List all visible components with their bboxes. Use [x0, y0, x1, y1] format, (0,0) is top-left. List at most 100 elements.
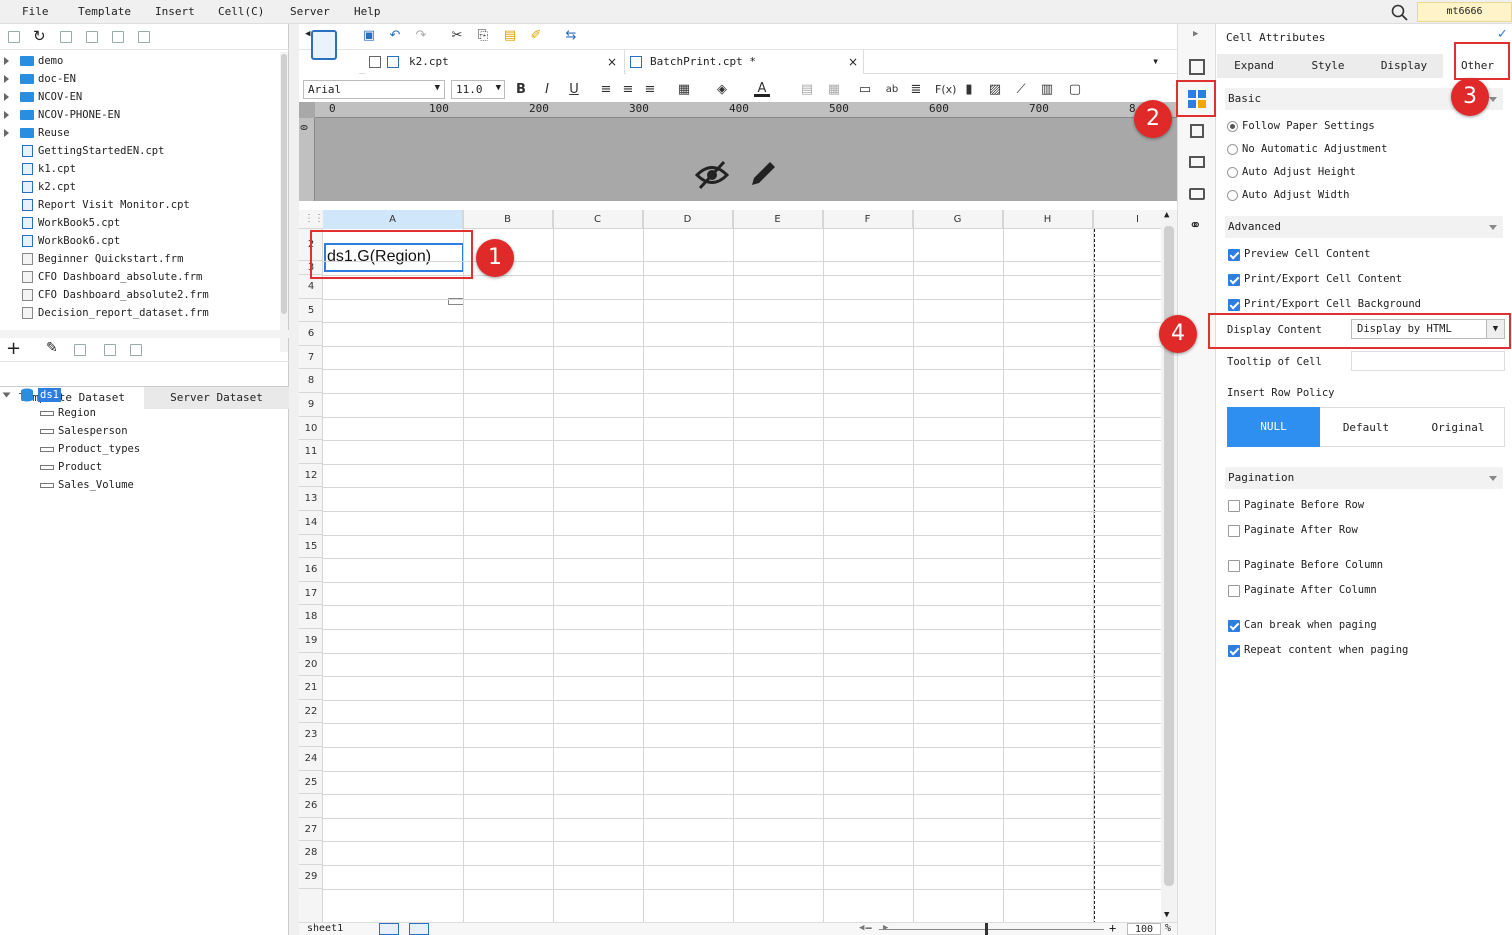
more-icon[interactable]: ▢	[1067, 82, 1083, 98]
refresh-icon[interactable]: ↻	[33, 27, 46, 45]
dataset-field[interactable]: Product_types	[0, 440, 280, 458]
row-header-cell[interactable]: 20	[299, 653, 323, 677]
dataset-field[interactable]: Region	[0, 404, 280, 422]
insert-cell-icon[interactable]: ▭	[857, 82, 873, 98]
slash-icon[interactable]: ⟋	[1013, 82, 1029, 98]
text-icon[interactable]: ab	[884, 82, 900, 98]
column-header-cell[interactable]: F	[823, 210, 913, 229]
row-header-cell[interactable]: 6	[299, 322, 323, 346]
underline-icon[interactable]: U	[566, 82, 582, 98]
prev-icon[interactable]: ◀	[859, 923, 864, 933]
row-header-cell[interactable]: 9	[299, 393, 323, 417]
column-header-cell[interactable]: B	[463, 210, 553, 229]
template-logo-icon[interactable]	[311, 30, 337, 60]
expand-icon[interactable]	[4, 129, 9, 137]
row-header-cell[interactable]: 22	[299, 700, 323, 724]
radio-follow-paper[interactable]	[1227, 121, 1238, 132]
add-sheet-form-icon[interactable]	[409, 923, 429, 935]
tree-item-frm[interactable]: Beginner Quickstart.frm	[0, 250, 280, 268]
copy-toolbar-icon[interactable]: ⎘	[475, 28, 491, 44]
zoom-slider[interactable]	[879, 929, 1104, 930]
expand-icon[interactable]	[4, 57, 9, 65]
column-header-cell[interactable]: G	[913, 210, 1003, 229]
expand-icon[interactable]	[2, 392, 11, 398]
border-icon[interactable]: ▦	[676, 82, 692, 98]
row-header-cell[interactable]: 13	[299, 487, 323, 511]
section-advanced[interactable]: Advanced	[1225, 216, 1503, 238]
row-header-cell[interactable]: 19	[299, 629, 323, 653]
column-header-cell[interactable]: C	[553, 210, 643, 229]
row-header-cell[interactable]: 15	[299, 535, 323, 559]
zoom-slider-handle[interactable]	[985, 923, 988, 935]
spreadsheet-grid[interactable]: ⋮⋮ ds1.G(Region) A B C D E F G H I 2 3 4 5 6 7 8 9 10 11 12…	[299, 210, 1161, 924]
user-badge[interactable]: mt6666	[1417, 2, 1512, 22]
row-header-cell[interactable]: 5	[299, 299, 323, 323]
next-icon[interactable]: ▶	[883, 923, 888, 933]
checkbox-paginate-after-row[interactable]	[1228, 525, 1240, 537]
scroll-down-icon[interactable]: ▼	[1164, 910, 1169, 920]
font-size-select[interactable]: 11.0 ▼	[451, 80, 505, 99]
zoom-input[interactable]: 100	[1127, 923, 1161, 935]
dataset-field[interactable]: Salesperson	[0, 422, 280, 440]
unmerge-icon[interactable]: ▦	[826, 82, 842, 98]
section-pagination[interactable]: Pagination	[1225, 467, 1503, 489]
copy-icon[interactable]	[138, 31, 150, 43]
menu-cell[interactable]: Cell(C)	[218, 5, 264, 18]
tree-item-folder[interactable]: NCOV-EN	[0, 88, 280, 106]
tab-k2[interactable]: k2.cpt ×	[365, 50, 625, 74]
menu-template[interactable]: Template	[78, 5, 131, 18]
image-icon[interactable]: ▨	[987, 82, 1003, 98]
panel-splitter[interactable]	[289, 24, 299, 935]
tab-style[interactable]: Style	[1291, 54, 1365, 78]
tab-display[interactable]: Display	[1365, 54, 1443, 78]
row-header-cell[interactable]: 7	[299, 346, 323, 370]
tree-item-folder[interactable]: Reuse	[0, 124, 280, 142]
new-folder-icon[interactable]	[8, 31, 20, 43]
menu-server[interactable]: Server	[290, 5, 330, 18]
edit-icon[interactable]: ✎	[46, 340, 58, 356]
save-icon[interactable]: ▣	[361, 28, 377, 44]
tooltip-input[interactable]	[1351, 351, 1505, 371]
settings-icon[interactable]	[86, 31, 98, 43]
row-header-cell[interactable]: 27	[299, 818, 323, 842]
conditional-icon[interactable]	[1189, 188, 1205, 200]
checkbox-paginate-before-column[interactable]	[1228, 560, 1240, 572]
tree-scrollbar[interactable]	[280, 52, 288, 352]
align-right-icon[interactable]: ≡	[642, 82, 658, 98]
row-header-cell[interactable]: 26	[299, 794, 323, 818]
formula-icon[interactable]: F(x)	[935, 82, 956, 98]
tree-item-cpt[interactable]: k2.cpt	[0, 178, 280, 196]
font-color-icon[interactable]: A	[754, 81, 770, 97]
row-header-cell[interactable]: 24	[299, 747, 323, 771]
column-header-cell[interactable]: E	[733, 210, 823, 229]
insert-row-original[interactable]: Original	[1412, 407, 1505, 447]
dataset-field[interactable]: Product	[0, 458, 280, 476]
paste-icon[interactable]: ▤	[502, 28, 518, 44]
expand-icon[interactable]	[4, 111, 9, 119]
row-header-cell[interactable]: 23	[299, 723, 323, 747]
close-icon[interactable]: ×	[848, 50, 858, 74]
radio-no-adjust[interactable]	[1227, 144, 1238, 155]
tree-item-cpt[interactable]: WorkBook5.cpt	[0, 214, 280, 232]
row-header-cell[interactable]: 10	[299, 417, 323, 441]
add-dataset-icon[interactable]: +	[6, 338, 21, 359]
tree-item-cpt[interactable]: GettingStartedEN.cpt	[0, 142, 280, 160]
cut-icon[interactable]: ✂	[449, 28, 465, 44]
align-center-icon[interactable]: ≡	[620, 82, 636, 98]
row-header-cell[interactable]: 8	[299, 369, 323, 393]
close-icon[interactable]: ×	[607, 50, 617, 74]
menu-file[interactable]: File	[22, 5, 49, 18]
menu-insert[interactable]: Insert	[155, 5, 195, 18]
radio-auto-width[interactable]	[1227, 190, 1238, 201]
zoom-out-icon[interactable]: −	[865, 921, 872, 935]
radio-auto-height[interactable]	[1227, 167, 1238, 178]
cell-element-icon[interactable]	[1189, 59, 1205, 75]
format-painter-icon[interactable]: ✐	[528, 28, 544, 44]
insert-row-null[interactable]: NULL	[1227, 407, 1320, 447]
checkbox-can-break[interactable]	[1228, 620, 1240, 632]
search-icon[interactable]	[1391, 4, 1408, 21]
undo-icon[interactable]: ↶	[387, 28, 403, 44]
tab-expand[interactable]: Expand	[1217, 54, 1291, 78]
row-header-cell[interactable]: 25	[299, 771, 323, 795]
scroll-up-icon[interactable]: ▲	[1164, 210, 1169, 220]
